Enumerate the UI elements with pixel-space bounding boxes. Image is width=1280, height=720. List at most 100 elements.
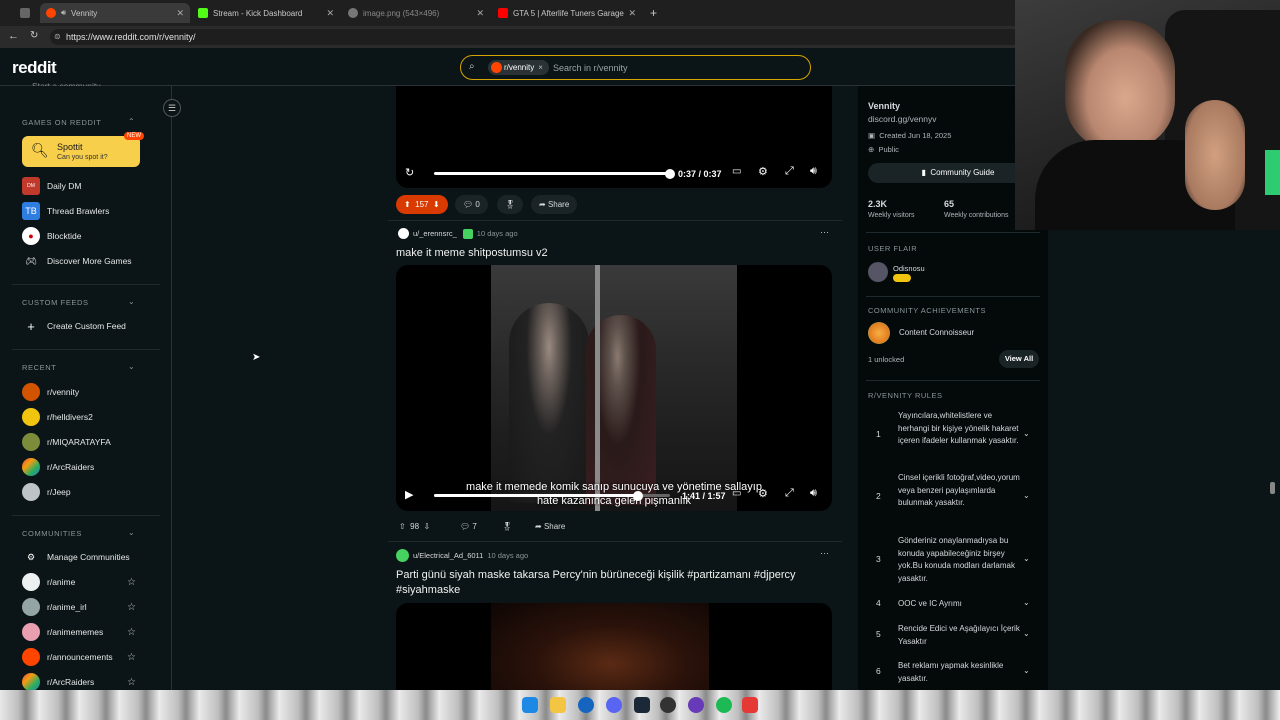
chevron-down-icon[interactable]: ⌄ — [1023, 629, 1030, 638]
volume-icon[interactable]: 🔊︎ — [810, 165, 817, 178]
recent-item-vennity[interactable]: r/vennity — [22, 382, 142, 402]
post2-more-options[interactable]: ··· — [820, 227, 829, 237]
close-tab-icon[interactable]: ✕ — [476, 8, 484, 19]
close-tab-icon[interactable]: ✕ — [326, 8, 334, 19]
recent-item-arcraiders[interactable]: r/ArcRaiders — [22, 457, 142, 477]
create-custom-feed-button[interactable]: + Create Custom Feed — [22, 316, 142, 336]
windows-start-icon[interactable] — [522, 697, 538, 713]
close-tab-icon[interactable]: ✕ — [628, 8, 636, 19]
rule-item[interactable]: 3 Gönderiniz onaylanmadıysa bu konuda yap… — [876, 535, 1036, 585]
volume-icon[interactable]: 🔊︎ — [810, 487, 817, 500]
tab-image[interactable]: image.png (543×496) ✕ — [342, 3, 490, 23]
post2-comments-button[interactable]: 💬︎ 7 — [452, 517, 485, 536]
rule-item[interactable]: 6 Bet reklamı yapmak kesinlikle yasaktır.… — [876, 660, 1036, 686]
rule-item[interactable]: 4 OOC ve IC Ayrımı ⌄ — [876, 598, 1036, 612]
chevron-down-icon[interactable]: ⌄ — [1023, 666, 1030, 675]
app-icon[interactable] — [742, 697, 758, 713]
upvote-icon[interactable]: ⇧ — [399, 522, 406, 531]
reload-icon[interactable]: ↻ — [30, 30, 38, 41]
post2-award-button[interactable]: 🎖︎ — [494, 517, 520, 536]
play-icon[interactable]: ▶ — [405, 488, 413, 501]
steam-icon[interactable] — [634, 697, 650, 713]
post2-seek-knob[interactable] — [632, 491, 643, 501]
post1-award-button[interactable]: 🎖︎ — [497, 195, 524, 214]
settings-gear-icon[interactable]: ⚙︎ — [758, 487, 768, 500]
downvote-icon[interactable]: ⇩ — [424, 522, 431, 531]
sidebar-item-daily-dm[interactable]: DM Daily DM — [22, 176, 142, 196]
collapse-sidebar-button[interactable]: ☰ — [163, 99, 181, 117]
fullscreen-icon[interactable]: ⤢ — [785, 165, 794, 178]
recent-item-jeep[interactable]: r/Jeep — [22, 482, 142, 502]
favorite-star-icon[interactable]: ☆ — [127, 577, 136, 588]
file-explorer-icon[interactable] — [550, 697, 566, 713]
rule-item[interactable]: 2 Cinsel içerikli fotoğraf,video,yorum ve… — [876, 472, 1036, 522]
search-input[interactable]: Search in r/vennity — [553, 63, 628, 73]
manage-communities-button[interactable]: ⚙︎ Manage Communities — [22, 547, 142, 567]
communities-header[interactable]: COMMUNITIES ⌄ — [22, 528, 135, 538]
new-tab-button[interactable]: + — [644, 3, 663, 23]
replay-icon[interactable]: ↻ — [405, 166, 414, 179]
favorite-star-icon[interactable]: ☆ — [127, 652, 136, 663]
post1-comments-button[interactable]: 💬︎ 0 — [455, 195, 488, 214]
community-item-anime[interactable]: r/anime ☆ — [22, 572, 142, 592]
post3-title[interactable]: Parti günü siyah maske takarsa Percy'nin… — [396, 568, 826, 598]
post3-more-options[interactable]: ··· — [820, 548, 829, 558]
obs-icon[interactable] — [660, 697, 676, 713]
community-item-animememes[interactable]: r/animememes ☆ — [22, 622, 142, 642]
post3-video-player[interactable] — [396, 603, 832, 690]
post1-share-button[interactable]: ➦ Share — [531, 195, 578, 214]
post2-title[interactable]: make it meme shitpostumsu v2 — [396, 246, 548, 261]
reddit-logo[interactable]: reddit — [12, 58, 57, 78]
view-all-button[interactable]: View All — [999, 350, 1039, 368]
recent-item-miqaratayfa[interactable]: r/MIQARATAYFA — [22, 432, 142, 452]
close-tab-icon[interactable]: ✕ — [176, 8, 184, 19]
back-arrow-icon[interactable]: ← — [8, 30, 19, 42]
community-item-anime-irl[interactable]: r/anime_irl ☆ — [22, 597, 142, 617]
sidebar-item-blocktide[interactable]: ● Blocktide — [22, 226, 142, 246]
site-info-icon[interactable]: ⊜ — [54, 29, 61, 45]
chevron-down-icon[interactable]: ⌄ — [1023, 491, 1030, 500]
favorite-star-icon[interactable]: ☆ — [127, 677, 136, 688]
tab-vennity[interactable]: 🔊︎ Vennity ✕ — [40, 3, 190, 23]
recent-item-helldivers2[interactable]: r/helldivers2 — [22, 407, 142, 427]
tab-youtube[interactable]: GTA 5 | Afterlife Tuners Garage V2 ✕ — [492, 3, 642, 23]
captions-icon[interactable]: ▭ — [732, 166, 741, 177]
post1-video-player[interactable]: ↻ 0:37 / 0:37 ▭ ⚙︎ ⤢ 🔊︎ — [396, 86, 832, 188]
chevron-down-icon[interactable]: ⌄ — [1023, 554, 1030, 563]
community-item-announcements[interactable]: r/announcements ☆ — [22, 647, 142, 667]
tab-pinned[interactable] — [14, 3, 38, 23]
custom-feeds-header[interactable]: CUSTOM FEEDS ⌄ — [22, 297, 135, 307]
rule-item[interactable]: 5 Rencide Edici ve Aşağılayıcı İçerik Yas… — [876, 623, 1036, 649]
post2-author[interactable]: u/_erennsrc_ — [413, 229, 457, 238]
upvote-icon[interactable]: ⬆︎ — [404, 200, 411, 209]
page-scrollbar[interactable] — [1270, 482, 1275, 494]
chip-close-icon[interactable]: × — [538, 63, 543, 72]
games-section-header[interactable]: GAMES ON REDDIT ⌃ — [22, 117, 135, 127]
post1-seek-track[interactable] — [434, 172, 670, 175]
tab-kick[interactable]: Stream - Kick Dashboard ✕ — [192, 3, 340, 23]
discord-icon[interactable] — [606, 697, 622, 713]
spotify-icon[interactable] — [716, 697, 732, 713]
chevron-down-icon[interactable]: ⌄ — [1023, 598, 1030, 607]
fullscreen-icon[interactable]: ⤢ — [785, 487, 794, 500]
search-scope-chip[interactable]: r/vennity × — [488, 60, 549, 75]
url-field[interactable]: ⊜ https://www.reddit.com/r/vennity/ — [50, 29, 1020, 45]
sidebar-item-discover-games[interactable]: 🎮︎ Discover More Games — [22, 251, 142, 271]
post2-video-player[interactable]: make it memede komik sanıp sunucuya ve y… — [396, 265, 832, 511]
post3-author[interactable]: u/Electrical_Ad_6011 — [413, 551, 483, 560]
post1-vote-pill[interactable]: ⬆︎ 157 ⬇︎ — [396, 195, 448, 214]
app-icon[interactable] — [688, 697, 704, 713]
favorite-star-icon[interactable]: ☆ — [127, 627, 136, 638]
start-community-link[interactable]: Start a community — [32, 78, 101, 86]
post1-seek-knob[interactable] — [665, 169, 675, 179]
post2-share-button[interactable]: ➦ Share — [527, 517, 573, 536]
user-avatar[interactable] — [868, 262, 888, 282]
spottit-game-card[interactable]: 🔍︎ Spottit Can you spot it? NEW — [22, 132, 144, 167]
downvote-icon[interactable]: ⬇︎ — [433, 200, 440, 209]
favorite-star-icon[interactable]: ☆ — [127, 602, 136, 613]
chevron-down-icon[interactable]: ⌄ — [1023, 429, 1030, 438]
edge-browser-icon[interactable] — [578, 697, 594, 713]
recent-header[interactable]: RECENT ⌄ — [22, 362, 135, 372]
captions-icon[interactable]: ▭ — [732, 488, 741, 499]
settings-gear-icon[interactable]: ⚙︎ — [758, 165, 768, 178]
